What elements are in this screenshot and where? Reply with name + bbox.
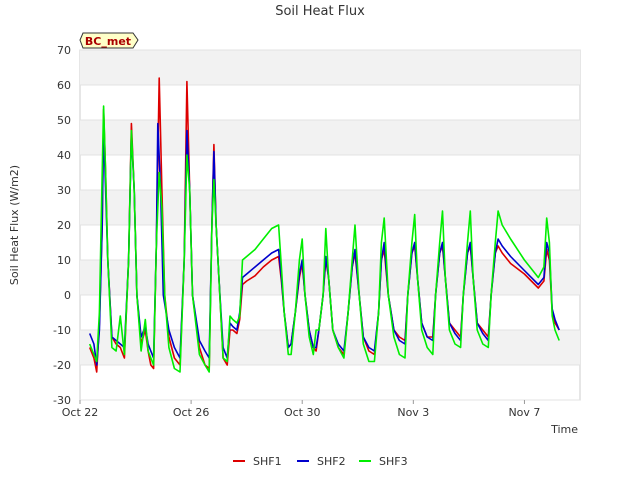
grid-band — [80, 120, 580, 155]
y-axis-label: Soil Heat Flux (W/m2) — [8, 165, 21, 285]
legend-label: SHF1 — [253, 455, 282, 468]
x-tick-label: Oct 30 — [284, 406, 321, 419]
x-axis-label: Time — [550, 423, 578, 436]
x-tick-label: Oct 26 — [173, 406, 210, 419]
legend-label: SHF3 — [379, 455, 408, 468]
y-axis: -30-20-10010203040506070 — [53, 44, 71, 407]
y-tick-label: 30 — [57, 184, 71, 197]
x-tick-label: Oct 22 — [62, 406, 99, 419]
y-tick-label: 0 — [64, 289, 71, 302]
y-tick-label: 20 — [57, 219, 71, 232]
y-tick-label: -20 — [53, 359, 71, 372]
y-tick-label: -10 — [53, 324, 71, 337]
legend-label: SHF2 — [317, 455, 346, 468]
chart: Soil Heat Flux -30-20-10010203040506070 … — [8, 4, 581, 468]
legend: SHF1 SHF2 SHF3 — [233, 455, 408, 468]
grid-band — [80, 190, 580, 225]
x-axis: Oct 22 Oct 26 Oct 30 Nov 3 Nov 7 — [62, 400, 540, 419]
y-tick-label: 50 — [57, 114, 71, 127]
y-tick-label: 60 — [57, 79, 71, 92]
y-tick-label: 70 — [57, 44, 71, 57]
y-tick-label: 10 — [57, 254, 71, 267]
x-tick-label: Nov 3 — [397, 406, 429, 419]
grid-band — [80, 50, 580, 85]
chart-title: Soil Heat Flux — [275, 4, 365, 19]
station-badge: BC_met — [79, 32, 139, 49]
station-badge-label: BC_met — [85, 35, 131, 48]
y-tick-label: 40 — [57, 149, 71, 162]
x-tick-label: Nov 7 — [508, 406, 540, 419]
